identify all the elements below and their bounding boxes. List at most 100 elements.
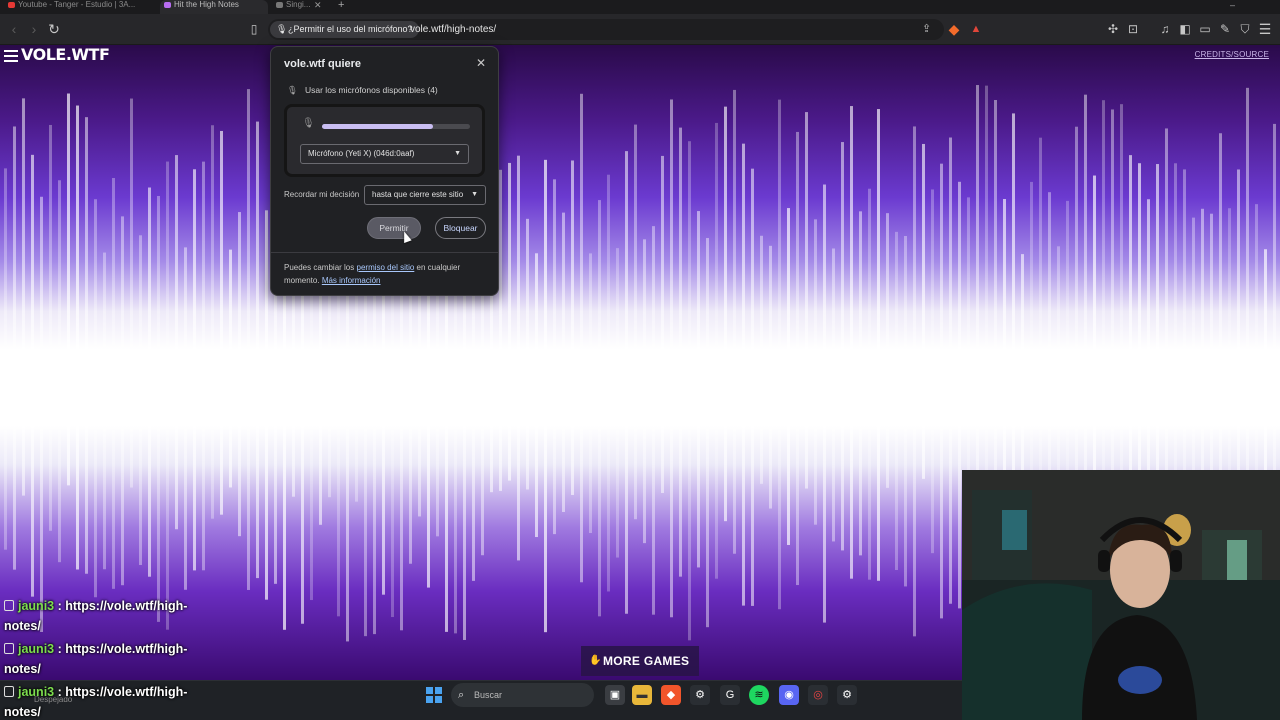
- divider: [271, 252, 498, 253]
- visualizer-bar: [553, 179, 556, 535]
- close-icon[interactable]: ✕: [476, 56, 486, 70]
- brave-rewards-icon[interactable]: ▲: [966, 19, 986, 39]
- close-tab-icon[interactable]: ✕: [314, 0, 322, 10]
- visualizer-bar: [868, 188, 871, 580]
- visualizer-bar: [940, 163, 943, 619]
- g-hub-icon[interactable]: G: [720, 685, 740, 705]
- visualizer-bar: [148, 187, 151, 577]
- hamburger-menu-icon[interactable]: [4, 50, 18, 62]
- chat-username: jauni3: [18, 599, 55, 613]
- visualizer-bar: [661, 155, 664, 493]
- visualizer-bar: [31, 154, 34, 597]
- obs-icon[interactable]: ◎: [808, 685, 828, 705]
- visualizer-bar: [850, 106, 853, 579]
- mic-label-text: Usar los micrófonos disponibles (4): [305, 85, 438, 95]
- visualizer-bar: [607, 174, 610, 592]
- visualizer-bar: [814, 219, 817, 525]
- screenshot-icon[interactable]: ⊡: [1123, 19, 1143, 39]
- task-view-icon[interactable]: ▣: [605, 685, 625, 705]
- chat-username: jauni3: [18, 642, 55, 656]
- start-button-icon[interactable]: [426, 687, 442, 703]
- visualizer-bar: [625, 151, 628, 614]
- microphone-permission-chip[interactable]: 🎙 ¿Permitir el uso del micrófono?: [270, 21, 419, 38]
- visualizer-bar: [697, 211, 700, 568]
- screen: Youtube - Tanger - Estudio | 3A... Hit t…: [0, 0, 1280, 720]
- credits-source-link[interactable]: CREDITS/SOURCE: [1195, 50, 1269, 59]
- remember-duration-select[interactable]: hasta que cierre este sitio ▼: [364, 185, 486, 205]
- visualizer-bar: [526, 218, 529, 490]
- brave-shield-icon[interactable]: ◆: [944, 19, 964, 39]
- mic-level-meter: [322, 124, 470, 129]
- chat-message: jauni3 : https://vole.wtf/high-notes/: [4, 639, 204, 679]
- new-tab-icon[interactable]: +: [338, 0, 344, 11]
- microphone-device-select[interactable]: Micrófono (Yeti X) (046d:0aaf) ▼: [300, 144, 469, 164]
- mic-level-fill: [322, 124, 433, 129]
- visualizer-bar: [805, 112, 808, 489]
- visualizer-bar: [769, 245, 772, 509]
- forward-icon[interactable]: ›: [24, 19, 44, 39]
- visualizer-bar: [688, 141, 691, 641]
- visualizer-bar: [166, 161, 169, 630]
- microphone-icon: 🎙: [302, 118, 315, 129]
- reload-icon[interactable]: ↻: [44, 19, 64, 39]
- visualizer-bar: [139, 235, 142, 565]
- selected-duration: hasta que cierre este sitio: [372, 190, 464, 199]
- visualizer-bar: [508, 162, 511, 481]
- back-icon[interactable]: ‹: [4, 19, 24, 39]
- visualizer-bar: [922, 143, 925, 479]
- media-icon[interactable]: ♫: [1155, 19, 1175, 39]
- visualizer-bar: [238, 212, 241, 537]
- visualizer-bar: [715, 122, 718, 579]
- visualizer-bar: [247, 89, 250, 590]
- visualizer-bar: [544, 159, 547, 633]
- sidebar-icon[interactable]: ◧: [1175, 19, 1195, 39]
- mod-badge-icon: [4, 686, 14, 697]
- minimize-icon[interactable]: –: [1230, 0, 1235, 10]
- share-icon[interactable]: ⇪: [922, 21, 931, 38]
- visualizer-bar: [742, 143, 745, 606]
- file-explorer-icon[interactable]: ▬: [632, 685, 652, 705]
- visualizer-bar: [67, 93, 70, 486]
- visualizer-bar: [220, 130, 223, 515]
- more-info-link[interactable]: Más información: [322, 276, 381, 285]
- remember-label: Recordar mi decisión: [284, 190, 360, 199]
- visualizer-bar: [643, 239, 646, 544]
- bookmark-icon[interactable]: ▯: [244, 19, 264, 39]
- taskbar-search[interactable]: ⌕ Buscar: [451, 683, 594, 707]
- permission-chip-label: ¿Permitir el uso del micrófono?: [288, 24, 413, 34]
- visualizer-bar: [571, 160, 574, 495]
- wallet-icon[interactable]: ▭: [1195, 19, 1215, 39]
- spotify-icon[interactable]: ≋: [749, 685, 769, 705]
- address-bar[interactable]: 🎙 ¿Permitir el uso del micrófono? vole.w…: [268, 19, 944, 40]
- more-games-button[interactable]: ✋ MORE GAMES: [581, 646, 700, 676]
- site-permission-link[interactable]: permiso del sitio: [357, 263, 415, 272]
- visualizer-bar: [832, 248, 835, 542]
- block-button[interactable]: Bloquear: [435, 217, 486, 239]
- visualizer-bar: [211, 125, 214, 519]
- steam-icon[interactable]: ⚙: [690, 685, 710, 705]
- tab-youtube[interactable]: Youtube - Tanger - Estudio | 3A...: [4, 0, 154, 14]
- visualizer-bar: [679, 127, 682, 577]
- vole-icon: [164, 2, 171, 8]
- visualizer-bar: [49, 124, 52, 531]
- allow-button[interactable]: Permitir: [367, 217, 421, 239]
- vpn-icon[interactable]: ⛉: [1235, 19, 1255, 39]
- site-logo[interactable]: VOLE.WTF: [21, 45, 110, 64]
- visualizer-bar: [562, 212, 565, 512]
- youtube-icon: [8, 2, 15, 8]
- downloads-icon[interactable]: ✎: [1215, 19, 1235, 39]
- extensions-icon[interactable]: ✣: [1103, 19, 1123, 39]
- brave-browser-icon[interactable]: ◆: [661, 685, 681, 705]
- tab-label: Youtube - Tanger - Estudio | 3A...: [18, 0, 136, 9]
- tab-singing[interactable]: Singi...: [272, 0, 332, 14]
- visualizer-bar: [58, 180, 61, 563]
- discord-icon[interactable]: ◉: [779, 685, 799, 705]
- visualizer-bar: [841, 142, 844, 551]
- microphone-icon: 🎙: [287, 85, 298, 95]
- selected-device: Micrófono (Yeti X) (046d:0aaf): [308, 149, 415, 158]
- tab-high-notes[interactable]: Hit the High Notes: [160, 0, 268, 14]
- steam-app-icon[interactable]: ⚙: [837, 685, 857, 705]
- visualizer-bar: [886, 213, 889, 488]
- visualizer-bar: [1030, 181, 1033, 490]
- menu-icon[interactable]: ☰: [1255, 19, 1275, 39]
